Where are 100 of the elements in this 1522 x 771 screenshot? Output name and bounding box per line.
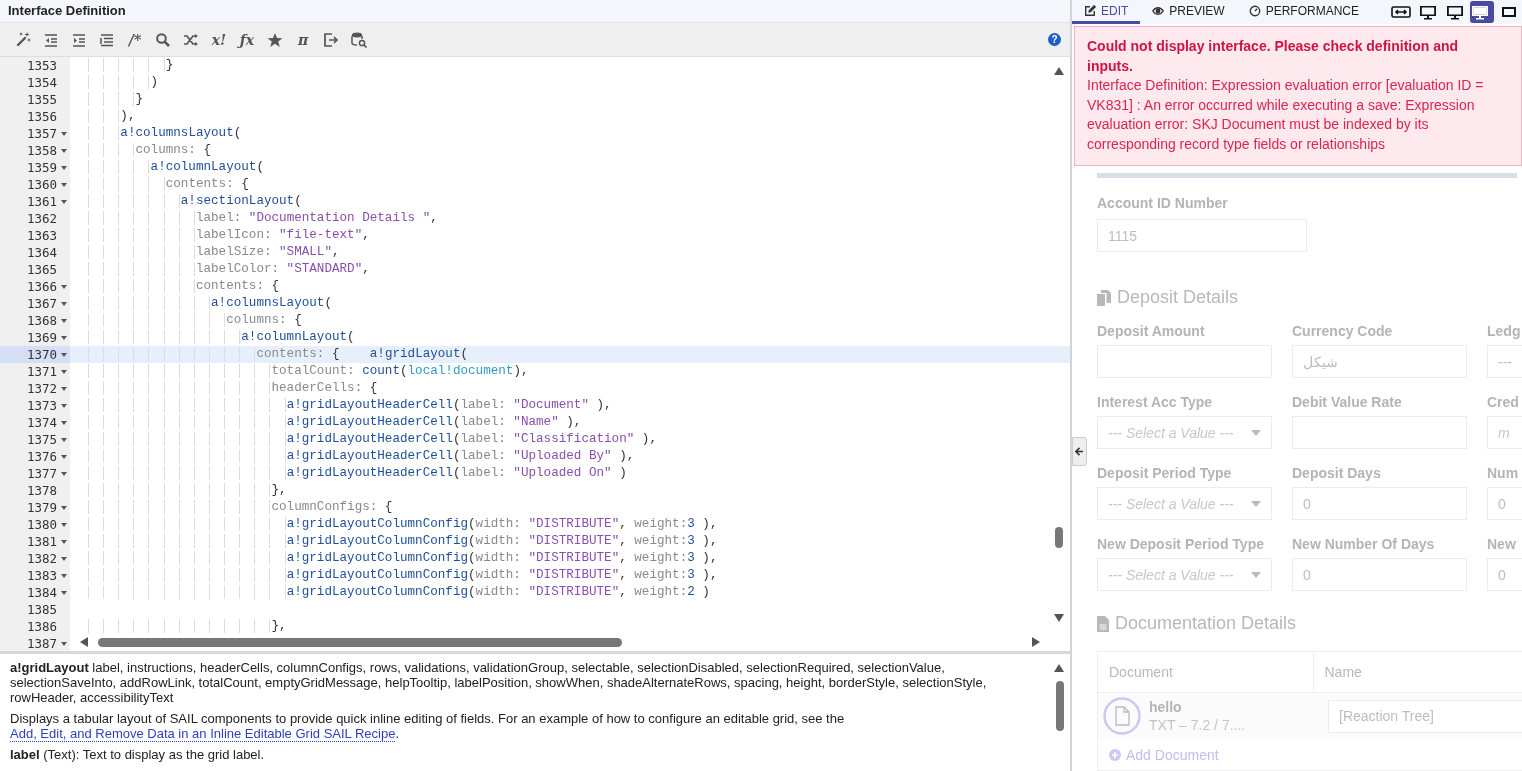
error-message: Interface Definition: Expression evaluation error [evaluation ID = VK831] : An error occurred while executing a save: Expression evaluation error: SKJ Document must be indexed by its corresponding record type fields or relationships [1087,76,1485,154]
text-field[interactable]: 0 [1487,558,1522,591]
code-line: ) [70,74,1070,91]
fold-arrow-icon[interactable] [60,420,67,425]
view-tab[interactable]: PERFORMANCE [1236,0,1372,24]
text-field[interactable]: 1115 [1097,219,1307,252]
field-label: Deposit Amount [1097,322,1206,341]
plus-circle-icon [1109,749,1121,761]
document-name[interactable]: hello [1149,698,1246,716]
line-number: 1353 [26,58,57,73]
monitor-icon [1418,4,1439,20]
fold-arrow-icon[interactable] [60,556,67,561]
fold-arrow-icon[interactable] [60,590,67,595]
code-line: label: "Documentation Details ", [70,210,1070,227]
device-size-button[interactable] [1470,1,1495,23]
add-document-link[interactable]: Add Document [1109,747,1219,763]
clock-icon [1248,4,1261,17]
fold-arrow-icon[interactable] [60,471,67,476]
field-label: Deposit Period Type [1097,464,1233,483]
field-label: Ledg [1487,322,1522,341]
fold-arrow-icon[interactable] [60,165,67,170]
scrollbar-thumb[interactable] [1056,681,1064,731]
text-field[interactable]: [Reaction Tree] [1328,699,1522,733]
code-line: a!gridLayoutColumnConfig(width: "DISTRIBUTE", weight:3 ), [70,533,1070,550]
outdent-icon [43,31,59,48]
scroll-left-icon[interactable] [80,637,88,647]
line-number: 1385 [26,602,57,617]
toolbar-button[interactable]: /* [121,27,149,52]
collapse-panel-button[interactable] [1072,437,1087,466]
line-number: 1360 [26,177,57,192]
code-line: a!gridLayoutHeaderCell(label: "Uploaded By" ), [70,448,1070,465]
text-field[interactable]: شيكل [1292,345,1467,378]
field-label: Currency Code [1292,322,1394,341]
line-number: 1358 [26,143,57,158]
scrollbar-thumb[interactable] [98,638,622,647]
help-icon[interactable]: ? [1048,33,1061,46]
line-number: 1386 [26,619,57,634]
shuffle-icon [183,31,199,48]
line-number: 1355 [26,92,57,107]
fold-arrow-icon[interactable] [60,131,67,136]
line-number: 1378 [26,483,57,498]
fold-arrow-icon[interactable] [60,352,67,357]
fold-arrow-icon[interactable] [60,539,67,544]
parameter-description: label (Text): Text to display as the grid label. [10,747,266,762]
line-number: 1374 [26,415,57,430]
text-field[interactable]: 0 [1292,487,1467,520]
text-field[interactable]: 0 [1292,558,1467,591]
code-line: a!gridLayoutColumnConfig(width: "DISTRIBUTE", weight:3 ), [70,516,1070,533]
code-line: a!gridLayoutHeaderCell(label: "Classification" ), [70,431,1070,448]
code-line: a!gridLayoutColumnConfig(width: "DISTRIBUTE", weight:2 ) [70,584,1070,601]
fold-arrow-icon[interactable] [60,148,67,153]
fold-arrow-icon[interactable] [60,573,67,578]
fold-arrow-icon[interactable] [60,437,67,442]
code-line: } [70,91,1070,108]
code-line: }, [70,482,1070,499]
scrollbar-thumb[interactable] [1055,527,1063,548]
line-number: 1361 [26,194,57,209]
toolbar-button[interactable]: π [289,27,317,52]
fold-arrow-icon[interactable] [60,182,67,187]
text-field[interactable]: 0 [1487,487,1522,520]
fold-arrow-icon[interactable] [60,386,67,391]
fold-arrow-icon[interactable] [60,641,67,646]
field-label: Account ID Number [1097,194,1229,213]
line-number: 1366 [26,279,57,294]
code-line: totalCount: count(local!document), [70,363,1070,380]
toolbar-button[interactable]: ƒx [233,27,261,52]
fold-arrow-icon[interactable] [60,505,67,510]
scroll-right-icon[interactable] [1032,637,1040,647]
code-line: a!gridLayoutColumnConfig(width: "DISTRIBUTE", weight:3 ), [70,567,1070,584]
fold-arrow-icon[interactable] [60,403,67,408]
indent-icon [71,31,87,48]
code-line: a!columnLayout( [70,159,1070,176]
text-field[interactable]: --- [1487,345,1522,378]
scroll-up-icon[interactable] [1054,67,1064,75]
fold-arrow-icon[interactable] [60,369,67,374]
fold-arrow-icon[interactable] [60,454,67,459]
caret-icon [1251,571,1261,578]
code-line: labelColor: "STANDARD", [70,261,1070,278]
eye-icon [1152,4,1165,17]
scroll-up-icon[interactable] [1054,664,1064,672]
code-line: a!gridLayoutHeaderCell(label: "Name" ), [70,414,1070,431]
line-number: 1365 [26,262,57,277]
star-icon [267,31,283,48]
line-number: 1371 [26,364,57,379]
fold-arrow-icon[interactable] [60,199,67,204]
error-title: Could not display interface. Please check definition and inputs. [1087,37,1460,76]
code-line: columns: { [70,312,1070,329]
fold-arrow-icon[interactable] [60,522,67,527]
field-label: Debit Value Rate [1292,393,1403,412]
fold-arrow-icon[interactable] [60,284,67,289]
fold-arrow-icon[interactable] [60,335,67,340]
fold-arrow-icon[interactable] [60,301,67,306]
caret-icon [1251,500,1261,507]
toolbar-button[interactable]: x! [205,27,233,52]
column-header: Document [1098,652,1314,692]
scroll-down-icon[interactable] [1054,614,1064,622]
fold-arrow-icon[interactable] [60,318,67,323]
view-tab[interactable]: PREVIEW [1140,0,1237,24]
line-number: 1375 [26,432,57,447]
code-line: } [70,57,1070,74]
